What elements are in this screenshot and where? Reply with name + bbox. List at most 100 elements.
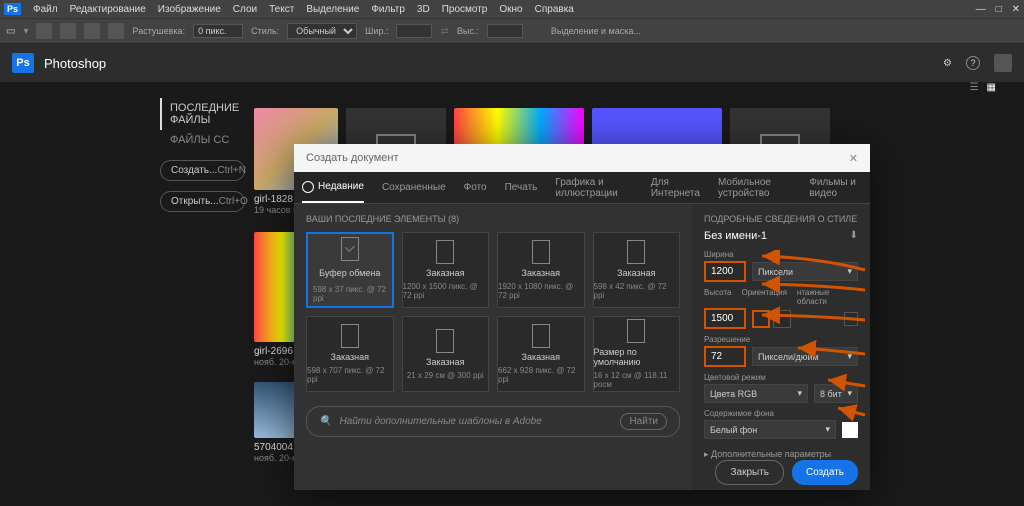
tab-photo[interactable]: Фото [464, 172, 487, 203]
preset-name: Буфер обмена [319, 268, 380, 278]
help-icon[interactable]: ? [966, 56, 980, 70]
selection-intersect-icon[interactable] [108, 23, 124, 39]
width-input[interactable] [396, 24, 432, 38]
close-icon[interactable]: ✕ [1012, 4, 1020, 15]
menu-filter[interactable]: Фильтр [371, 4, 405, 15]
tab-web[interactable]: Для Интернета [651, 172, 700, 203]
avatar[interactable] [994, 54, 1012, 72]
menu-image[interactable]: Изображение [158, 4, 221, 15]
height-input[interactable] [487, 24, 523, 38]
height-label: Выс.: [457, 26, 479, 36]
search-placeholder: Найти дополнительные шаблоны в Adobe [339, 416, 541, 427]
preset-name: Заказная [331, 352, 369, 362]
close-button[interactable]: Закрыть [715, 460, 784, 485]
create-button[interactable]: Создать [792, 460, 858, 485]
open-button[interactable]: Открыть...Ctrl+O [160, 191, 245, 212]
preset-sub: 598 x 707 пикс. @ 72 ppi [307, 366, 393, 384]
tab-mobile[interactable]: Мобильное устройство [718, 172, 791, 203]
bit-depth-select[interactable]: 8 бит▾ [814, 384, 858, 403]
background-select[interactable]: Белый фон▾ [704, 420, 836, 439]
preset-icon [532, 240, 550, 264]
menu-view[interactable]: Просмотр [442, 4, 488, 15]
menu-window[interactable]: Окно [499, 4, 522, 15]
dialog-tabs: Недавние Сохраненные Фото Печать Графика… [294, 172, 870, 204]
color-mode-select[interactable]: Цвета RGB▾ [704, 384, 808, 403]
preset-item[interactable]: Заказная598 x 42 пикс. @ 72 ppi [593, 232, 681, 308]
swap-icon[interactable]: ⇄ [440, 26, 448, 37]
preset-item[interactable]: Заказная 598 x 707 пикс. @ 72 ppi [306, 316, 394, 392]
options-bar: ▭ ▾ Растушевка: Стиль: Обычный Шир.: ⇄ В… [0, 18, 1024, 44]
menu-edit[interactable]: Редактирование [70, 4, 146, 15]
selection-new-icon[interactable] [36, 23, 52, 39]
dialog-details-panel: ПОДРОБНЫЕ СВЕДЕНИЯ О СТИЛЕ Без имени-1⬇ … [692, 204, 870, 490]
height-field-label: Высота [704, 288, 731, 306]
preset-icon [627, 319, 645, 343]
ps-logo-small: Ps [4, 3, 21, 15]
create-button[interactable]: Создать...Ctrl+N [160, 160, 245, 181]
preset-sub: 16 x 12 см @ 118.11 росм [594, 371, 680, 389]
orientation-portrait[interactable] [752, 310, 770, 328]
tab-saved[interactable]: Сохраненные [382, 172, 446, 203]
minimize-icon[interactable]: — [976, 4, 986, 15]
preset-sub: 662 x 928 пикс. @ 72 ppi [498, 366, 584, 384]
preset-item[interactable]: Размер по умолчанию16 x 12 см @ 118.11 р… [593, 316, 681, 392]
tab-recent[interactable]: Недавние [302, 172, 364, 203]
tab-print[interactable]: Печать [505, 172, 538, 203]
grid-view-icon[interactable]: ▦ [987, 82, 996, 93]
sidebar-tab-recent[interactable]: ПОСЛЕДНИЕ ФАЙЛЫ [160, 98, 252, 130]
preset-item[interactable]: Заказная662 x 928 пикс. @ 72 ppi [497, 316, 585, 392]
sidebar: ПОСЛЕДНИЕ ФАЙЛЫ ФАЙЛЫ CC Создать...Ctrl+… [0, 82, 262, 506]
preset-item[interactable]: Заказная1920 x 1080 пикс. @ 72 ppi [497, 232, 585, 308]
color-mode-label: Цветовой режим [704, 373, 858, 382]
gear-icon[interactable]: ⚙ [943, 58, 952, 69]
preset-icon [436, 329, 454, 353]
ps-logo: Ps [12, 53, 34, 73]
menu-help[interactable]: Справка [535, 4, 574, 15]
width-unit-select[interactable]: Пиксели▾ [752, 262, 858, 281]
resolution-label: Разрешение [704, 335, 858, 344]
selection-add-icon[interactable] [60, 23, 76, 39]
menu-file[interactable]: Файл [33, 4, 58, 15]
dialog-title: Создать документ [306, 152, 399, 164]
style-select[interactable]: Обычный [287, 23, 357, 39]
preset-icon [627, 240, 645, 264]
advanced-toggle[interactable]: ▸ Дополнительные параметры [704, 449, 858, 460]
feather-label: Растушевка: [132, 26, 185, 36]
preset-icon [341, 237, 359, 261]
sidebar-tab-cc[interactable]: ФАЙЛЫ CC [160, 130, 252, 150]
tab-graphics[interactable]: Графика и иллюстрации [555, 172, 632, 203]
background-label: Содержимое фона [704, 409, 858, 418]
tab-film[interactable]: Фильмы и видео [809, 172, 862, 203]
artboard-label: нтажные области [797, 288, 858, 306]
new-document-dialog: Создать документ ✕ Недавние Сохраненные … [294, 144, 870, 490]
template-search[interactable]: 🔍 Найти дополнительные шаблоны в Adobe Н… [306, 406, 680, 437]
feather-input[interactable] [193, 24, 243, 38]
document-name[interactable]: Без имени-1 [704, 230, 767, 242]
preset-sub: 21 x 29 см @ 300 ppi [407, 371, 484, 380]
width-input[interactable] [704, 261, 746, 282]
height-input[interactable] [704, 308, 746, 329]
selection-subtract-icon[interactable] [84, 23, 100, 39]
preset-sub: 1200 x 1500 пикс. @ 72 ppi [403, 282, 489, 300]
select-mask-label[interactable]: Выделение и маска... [551, 26, 641, 36]
preset-item[interactable]: Буфер обмена598 x 37 пикс. @ 72 ppi [306, 232, 394, 308]
maximize-icon[interactable]: □ [996, 4, 1002, 15]
search-go-button[interactable]: Найти [620, 413, 667, 430]
menu-select[interactable]: Выделение [306, 4, 359, 15]
menu-text[interactable]: Текст [269, 4, 294, 15]
list-view-icon[interactable]: ☰ [970, 82, 979, 93]
preset-item[interactable]: Заказная21 x 29 см @ 300 ppi [402, 316, 490, 392]
save-preset-icon[interactable]: ⬇ [850, 230, 858, 242]
marquee-tool-icon[interactable]: ▭ [6, 26, 15, 37]
orientation-landscape[interactable] [773, 310, 791, 328]
menu-layers[interactable]: Слои [233, 4, 257, 15]
dialog-close-icon[interactable]: ✕ [849, 152, 858, 165]
preset-item[interactable]: Заказная1200 x 1500 пикс. @ 72 ppi [402, 232, 490, 308]
background-swatch[interactable] [842, 422, 858, 438]
resolution-input[interactable] [704, 346, 746, 367]
menu-3d[interactable]: 3D [417, 4, 430, 15]
resolution-unit-select[interactable]: Пиксели/дюйм▾ [752, 347, 858, 366]
artboard-checkbox[interactable] [844, 312, 858, 326]
preset-name: Заказная [522, 268, 560, 278]
preset-icon [532, 324, 550, 348]
